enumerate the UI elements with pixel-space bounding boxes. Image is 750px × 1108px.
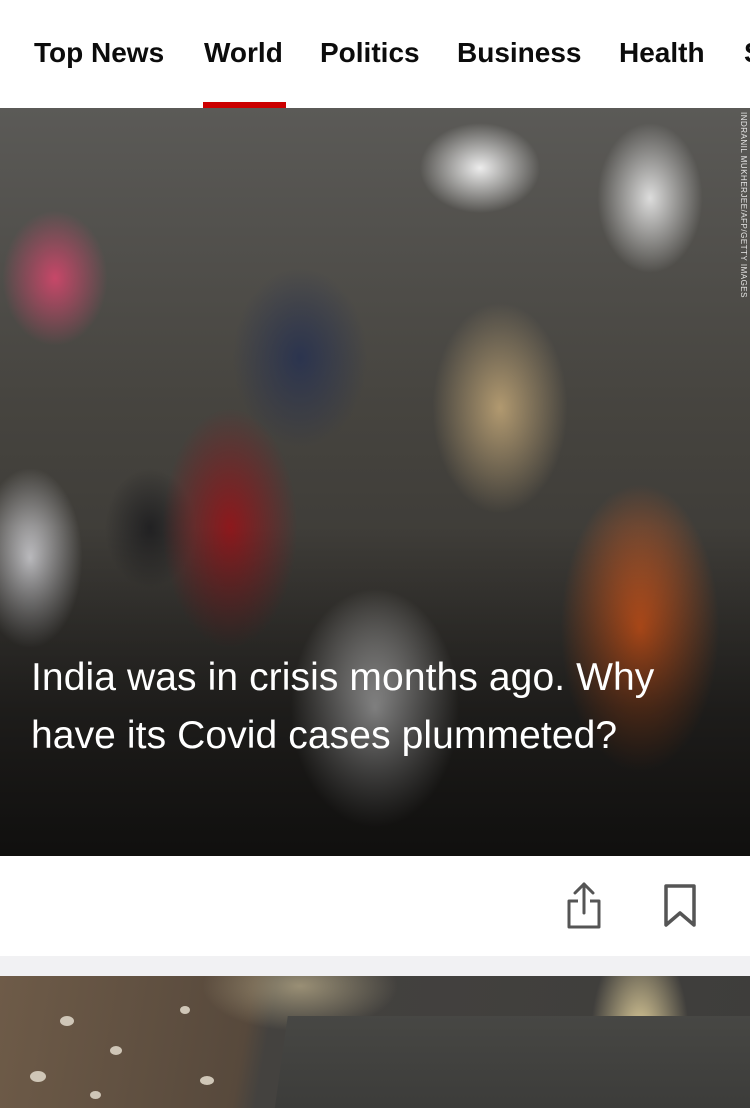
next-story-image[interactable] <box>0 976 750 1108</box>
bookmark-button[interactable] <box>656 880 704 932</box>
tab-world[interactable]: World <box>204 36 283 70</box>
next-image-pebble <box>60 1016 74 1026</box>
next-image-slab <box>272 1016 750 1108</box>
hero-story-card[interactable]: INDRANIL MUKHERJEE/AFP/GETTY IMAGES Indi… <box>0 108 750 856</box>
story-actions <box>0 856 750 956</box>
next-image-pebble <box>180 1006 190 1014</box>
tab-health[interactable]: Health <box>619 36 705 70</box>
story-separator <box>0 956 750 976</box>
tab-partial[interactable]: S <box>744 36 750 70</box>
share-icon <box>567 882 601 929</box>
share-button[interactable] <box>560 880 608 932</box>
tab-politics[interactable]: Politics <box>320 36 420 70</box>
next-image-pebble <box>30 1071 46 1082</box>
photo-credit: INDRANIL MUKHERJEE/AFP/GETTY IMAGES <box>739 112 748 298</box>
tab-business[interactable]: Business <box>457 36 582 70</box>
next-image-pebble <box>110 1046 122 1055</box>
bookmark-icon <box>664 884 696 927</box>
tab-top-news[interactable]: Top News <box>34 36 164 70</box>
next-image-pebble <box>200 1076 214 1085</box>
next-image-pebble <box>90 1091 101 1099</box>
hero-headline[interactable]: India was in crisis months ago. Why have… <box>31 649 691 765</box>
top-nav: Top News World Politics Business Health … <box>0 0 750 108</box>
